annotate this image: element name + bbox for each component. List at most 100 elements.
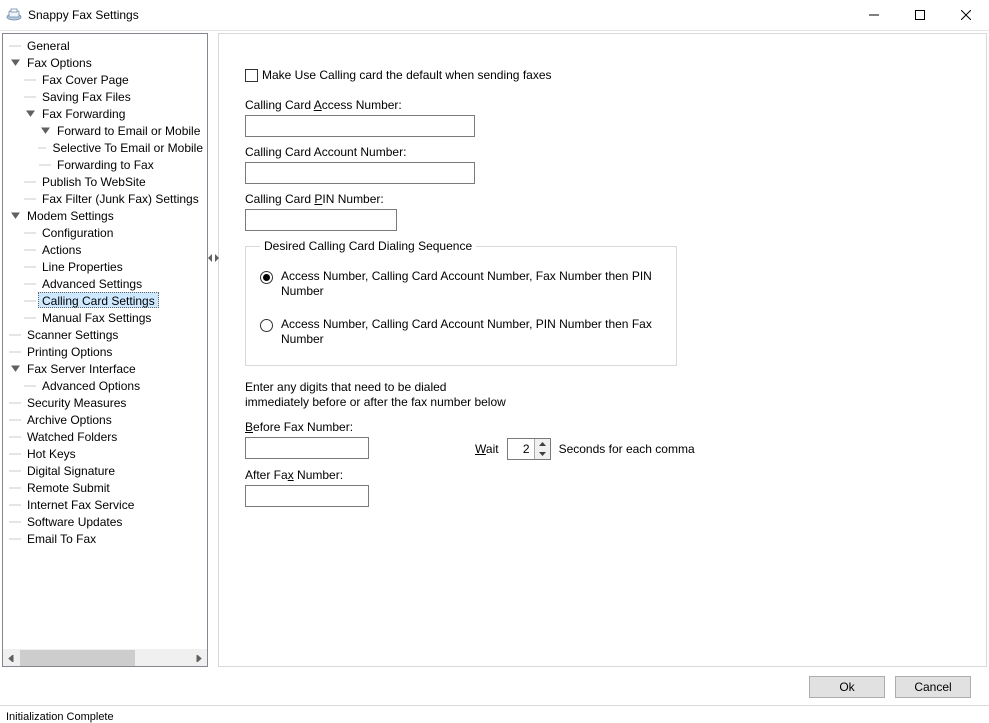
tree-item-label: Fax Cover Page — [38, 71, 133, 87]
tree-item-advanced-settings[interactable]: Advanced Settings — [3, 274, 207, 291]
access-number-input[interactable] — [245, 115, 475, 137]
tree-item-label: Printing Options — [23, 343, 116, 359]
wait-seconds-spinner[interactable] — [507, 438, 551, 460]
tree-item-fwd-email-mob[interactable]: Forward to Email or Mobile — [3, 121, 207, 138]
collapse-icon[interactable] — [9, 209, 21, 221]
tree-connector-icon — [9, 481, 21, 493]
scroll-track[interactable] — [20, 650, 190, 666]
tree-item-fs-adv[interactable]: Advanced Options — [3, 376, 207, 393]
tree-item-label: Hot Keys — [23, 445, 80, 461]
wait-suffix-label: Seconds for each comma — [559, 442, 695, 456]
tree-item-fax-options[interactable]: Fax Options — [3, 53, 207, 70]
spin-down-button[interactable] — [535, 449, 550, 459]
collapse-icon[interactable] — [24, 107, 36, 119]
tree-item-label: Advanced Settings — [38, 275, 146, 291]
ok-button[interactable]: Ok — [809, 676, 885, 698]
tree-item-label: General — [23, 37, 74, 53]
tree-item-configuration[interactable]: Configuration — [3, 223, 207, 240]
wait-seconds-input[interactable] — [508, 439, 534, 459]
tree-item-scanner-settings[interactable]: Scanner Settings — [3, 325, 207, 342]
scroll-left-button[interactable] — [3, 650, 20, 666]
tree-item-label: Email To Fax — [23, 530, 100, 546]
tree-item-calling-card[interactable]: Calling Card Settings — [3, 291, 207, 308]
titlebar: Snappy Fax Settings — [0, 0, 989, 30]
tree-item-label: Manual Fax Settings — [38, 309, 155, 325]
tree-item-fax-server[interactable]: Fax Server Interface — [3, 359, 207, 376]
tree-item-fwd-to-fax[interactable]: Forwarding to Fax — [3, 155, 207, 172]
collapse-icon[interactable] — [9, 56, 21, 68]
app-icon — [6, 7, 22, 23]
minimize-button[interactable] — [851, 0, 897, 30]
scroll-right-button[interactable] — [190, 650, 207, 666]
tree-item-remote-submit[interactable]: Remote Submit — [3, 478, 207, 495]
tree-item-manual-fax[interactable]: Manual Fax Settings — [3, 308, 207, 325]
tree-item-label: Watched Folders — [23, 428, 121, 444]
tree-connector-icon — [9, 39, 21, 51]
tree-connector-icon — [24, 260, 36, 272]
tree-item-label: Digital Signature — [23, 462, 119, 478]
sequence-radio-2-label: Access Number, Calling Card Account Numb… — [281, 317, 661, 347]
access-number-label: Calling Card Access Number: — [245, 98, 966, 112]
tree-item-label: Calling Card Settings — [38, 292, 159, 308]
tree-item-saving-fax-files[interactable]: Saving Fax Files — [3, 87, 207, 104]
tree-item-watched[interactable]: Watched Folders — [3, 427, 207, 444]
pin-number-input[interactable] — [245, 209, 397, 231]
sequence-radio-1[interactable] — [260, 271, 273, 284]
make-default-label: Make Use Calling card the default when s… — [262, 68, 552, 82]
close-button[interactable] — [943, 0, 989, 30]
tree-item-email-to-fax[interactable]: Email To Fax — [3, 529, 207, 546]
collapse-icon[interactable] — [39, 124, 51, 136]
tree-item-fax-forwarding[interactable]: Fax Forwarding — [3, 104, 207, 121]
tree-connector-icon — [24, 90, 36, 102]
tree-connector-icon — [24, 277, 36, 289]
tree-item-modem-settings[interactable]: Modem Settings — [3, 206, 207, 223]
tree-item-label: Modem Settings — [23, 207, 118, 223]
wait-label: Wait — [475, 442, 499, 456]
dialing-sequence-group: Desired Calling Card Dialing Sequence Ac… — [245, 239, 677, 366]
button-bar: Ok Cancel — [0, 669, 989, 705]
sequence-radio-2[interactable] — [260, 319, 273, 332]
spin-up-button[interactable] — [535, 439, 550, 449]
tree-item-fax-filter[interactable]: Fax Filter (Junk Fax) Settings — [3, 189, 207, 206]
tree-connector-icon — [24, 243, 36, 255]
after-fax-input[interactable] — [245, 485, 369, 507]
tree-item-label: Internet Fax Service — [23, 496, 138, 512]
tree-connector-icon — [24, 226, 36, 238]
make-default-checkbox[interactable] — [245, 69, 258, 82]
tree-item-sel-email[interactable]: Selective To Email or Mobile — [3, 138, 207, 155]
tree-item-hotkeys[interactable]: Hot Keys — [3, 444, 207, 461]
collapse-icon[interactable] — [9, 362, 21, 374]
before-fax-input[interactable] — [245, 437, 369, 459]
dialing-sequence-legend: Desired Calling Card Dialing Sequence — [260, 239, 476, 253]
tree-item-label: Actions — [38, 241, 85, 257]
tree-item-actions[interactable]: Actions — [3, 240, 207, 257]
status-bar: Initialization Complete — [0, 705, 989, 723]
maximize-button[interactable] — [897, 0, 943, 30]
tree-item-archive[interactable]: Archive Options — [3, 410, 207, 427]
tree-item-dsig[interactable]: Digital Signature — [3, 461, 207, 478]
account-number-input[interactable] — [245, 162, 475, 184]
account-number-label: Calling Card Account Number: — [245, 145, 966, 159]
tree-item-printing-options[interactable]: Printing Options — [3, 342, 207, 359]
settings-content: Make Use Calling card the default when s… — [218, 33, 987, 667]
sequence-radio-1-label: Access Number, Calling Card Account Numb… — [281, 269, 661, 299]
tree-item-fax-cover-page[interactable]: Fax Cover Page — [3, 70, 207, 87]
splitter[interactable] — [208, 31, 218, 669]
scroll-thumb[interactable] — [20, 650, 135, 666]
nav-tree[interactable]: GeneralFax OptionsFax Cover PageSaving F… — [3, 34, 207, 649]
tree-item-label: Advanced Options — [38, 377, 144, 393]
tree-item-line-properties[interactable]: Line Properties — [3, 257, 207, 274]
window-title: Snappy Fax Settings — [28, 8, 139, 22]
tree-connector-icon — [39, 158, 51, 170]
tree-connector-icon — [24, 73, 36, 85]
tree-item-label: Software Updates — [23, 513, 126, 529]
tree-item-general[interactable]: General — [3, 36, 207, 53]
tree-item-ifax[interactable]: Internet Fax Service — [3, 495, 207, 512]
tree-connector-icon — [24, 294, 36, 306]
tree-item-security[interactable]: Security Measures — [3, 393, 207, 410]
tree-item-updates[interactable]: Software Updates — [3, 512, 207, 529]
tree-connector-icon — [9, 413, 21, 425]
tree-item-publish-website[interactable]: Publish To WebSite — [3, 172, 207, 189]
cancel-button[interactable]: Cancel — [895, 676, 971, 698]
tree-horizontal-scrollbar[interactable] — [3, 649, 207, 666]
